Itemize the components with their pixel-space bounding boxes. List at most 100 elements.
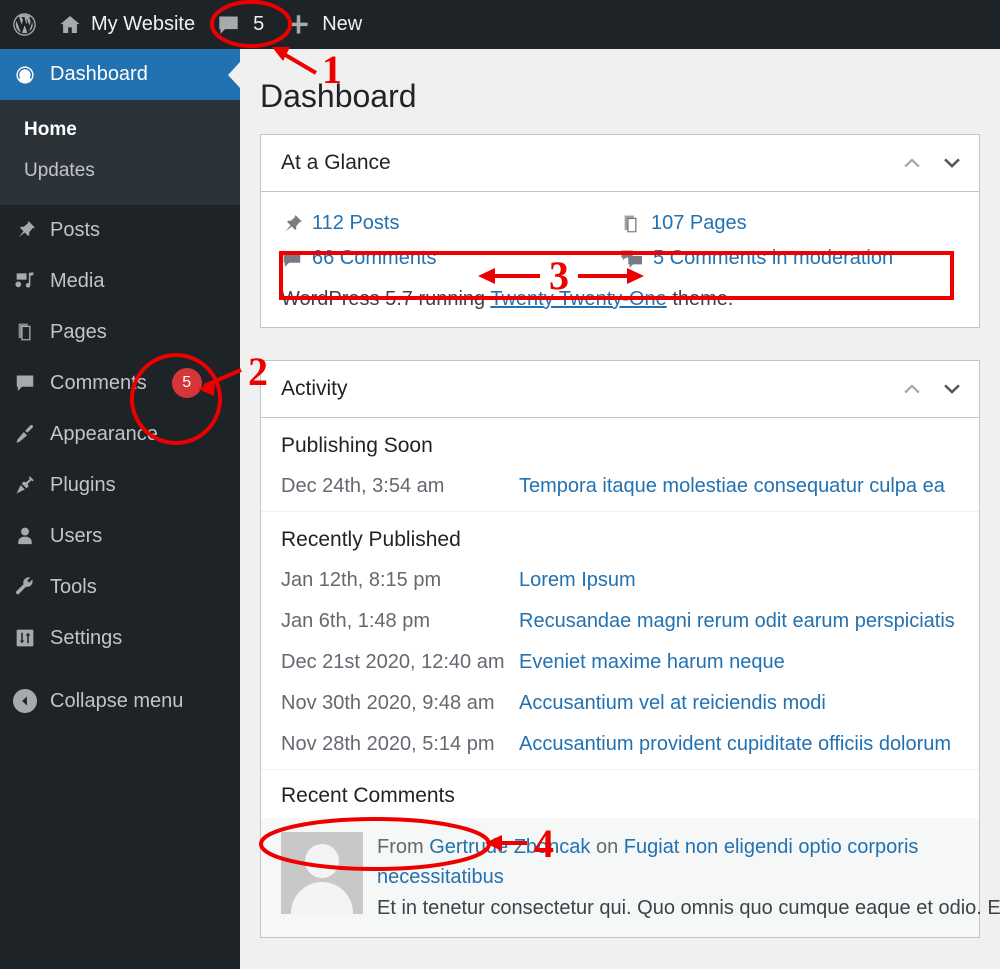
glance-item-label: 112 Posts	[312, 212, 400, 234]
sidebar-item-dashboard[interactable]: Dashboard	[0, 49, 240, 100]
chevron-down-icon[interactable]	[933, 144, 971, 182]
collapse-menu-button[interactable]: Collapse menu	[0, 676, 240, 727]
sidebar-item-label: Comments	[50, 371, 147, 394]
comment-excerpt: Et in tenetur consectetur qui. Quo omnis…	[377, 896, 1000, 919]
activity-title: Activity	[281, 377, 348, 400]
default-user-avatar	[281, 832, 363, 914]
sidebar-item-label: Media	[50, 269, 105, 292]
glance-posts-link[interactable]: 112 Posts	[281, 206, 620, 241]
pages-icon	[12, 321, 38, 343]
theme-link[interactable]: Twenty Twenty-One	[490, 288, 666, 310]
activity-post-link[interactable]: Eveniet maxime harum neque	[519, 651, 785, 674]
page-title: Dashboard	[260, 78, 417, 114]
chevron-up-icon[interactable]	[893, 370, 931, 408]
new-content-button[interactable]: New	[275, 0, 373, 49]
chevron-up-icon[interactable]	[893, 144, 931, 182]
main-content: Dashboard At a Glance 112 Posts 107 Page…	[240, 49, 1000, 969]
version-prefix: WordPress 5.7 running	[281, 288, 491, 310]
sidebar-item-label: Appearance	[50, 422, 158, 445]
activity-date: Jan 6th, 1:48 pm	[281, 610, 430, 632]
sidebar-item-comments[interactable]: Comments 5	[0, 358, 240, 409]
annotation-number-4: 4	[534, 821, 554, 866]
collapse-arrow-icon-wrap	[12, 689, 38, 714]
sidebar-item-label: Tools	[50, 575, 97, 598]
activity-header: Activity	[261, 361, 979, 418]
sidebar-item-tools[interactable]: Tools	[0, 562, 240, 613]
settings-sliders-icon	[12, 627, 38, 649]
publishing-soon-heading: Publishing Soon	[281, 434, 433, 457]
activity-date: Nov 28th 2020, 5:14 pm	[281, 733, 495, 755]
sidebar-item-appearance[interactable]: Appearance	[0, 409, 240, 460]
dashboard-gauge-icon	[12, 64, 38, 86]
wordpress-version-text: WordPress 5.7 running Twenty Twenty-One …	[281, 276, 959, 311]
site-name-label: My Website	[91, 13, 196, 35]
activity-panel: Activity Publishing Soon Dec 24th, 3:54 …	[260, 360, 1000, 939]
recent-comments-heading: Recent Comments	[281, 784, 455, 807]
panel-actions	[893, 370, 971, 408]
plug-icon	[12, 474, 38, 496]
dashboard-submenu: Home Updates	[0, 100, 240, 205]
comment-bubble-icon	[12, 372, 38, 394]
recent-comments-block: Recent Comments From Gertrude Zboncak on…	[261, 770, 1000, 938]
glance-pages-link[interactable]: 107 Pages	[620, 206, 959, 241]
sidebar-item-media[interactable]: Media	[0, 256, 240, 307]
comment-meta: From Gertrude Zboncak on Fugiat non elig…	[377, 832, 1000, 893]
glance-moderation-link[interactable]: 5 Comments in moderation	[620, 241, 959, 276]
activity-row: Dec 24th, 3:54 am Tempora itaque molesti…	[261, 470, 979, 511]
at-a-glance-title: At a Glance	[281, 151, 391, 174]
collapse-menu-label: Collapse menu	[50, 689, 184, 712]
media-icon	[12, 270, 38, 292]
glance-list: 112 Posts 107 Pages 66 Comments 5 Commen…	[281, 206, 959, 276]
activity-row: Dec 21st 2020, 12:40 am Eveniet maxime h…	[261, 646, 979, 687]
sidebar-comments-badge: 5	[171, 368, 202, 399]
double-comment-bubble-icon	[620, 248, 644, 270]
activity-post-link[interactable]: Recusandae magni rerum odit earum perspi…	[519, 610, 955, 633]
glance-item-label: 107 Pages	[651, 212, 747, 234]
wordpress-logo-icon	[11, 11, 38, 38]
activity-row: Nov 30th 2020, 9:48 am Accusantium vel a…	[261, 687, 979, 728]
comment-author-link[interactable]: Gertrude Zboncak	[429, 836, 590, 858]
sidebar-item-label: Settings	[50, 626, 123, 649]
at-a-glance-header: At a Glance	[261, 135, 979, 192]
wordpress-logo-button[interactable]	[0, 0, 47, 49]
glance-comments-link[interactable]: 66 Comments	[281, 241, 620, 276]
recently-published-block: Recently Published Jan 12th, 8:15 pm Lor…	[261, 512, 979, 770]
submenu-item-updates[interactable]: Updates	[0, 150, 240, 191]
sidebar-item-users[interactable]: Users	[0, 511, 240, 562]
annotation-number-2: 2	[248, 349, 268, 394]
admin-sidebar: Dashboard Home Updates Posts Media Pages…	[0, 49, 240, 969]
sidebar-item-label: Posts	[50, 218, 101, 241]
version-suffix: theme.	[666, 288, 734, 310]
activity-post-link[interactable]: Tempora itaque molestiae consequatur cul…	[519, 475, 945, 498]
sidebar-item-settings[interactable]: Settings	[0, 613, 240, 664]
chevron-down-icon[interactable]	[933, 370, 971, 408]
adminbar-comments-button[interactable]: 5	[206, 0, 275, 49]
sidebar-item-posts[interactable]: Posts	[0, 205, 240, 256]
sidebar-item-pages[interactable]: Pages	[0, 307, 240, 358]
activity-post-link[interactable]: Lorem Ipsum	[519, 569, 636, 592]
wrench-icon	[12, 576, 38, 598]
recently-published-heading: Recently Published	[281, 528, 461, 551]
adminbar-comments-count: 5	[253, 13, 265, 35]
sidebar-item-label: Pages	[50, 320, 107, 343]
collapse-arrow-icon	[13, 689, 37, 714]
sidebar-item-label: Users	[50, 524, 103, 547]
sidebar-item-label: Plugins	[50, 473, 116, 496]
site-name-button[interactable]: My Website	[47, 0, 206, 49]
plus-icon	[286, 12, 311, 37]
annotation-number-1: 1	[322, 47, 342, 92]
activity-post-link[interactable]: Accusantium vel at reiciendis modi	[519, 692, 826, 715]
pages-icon	[620, 213, 642, 235]
activity-row: Jan 6th, 1:48 pm Recusandae magni rerum …	[261, 605, 979, 646]
submenu-item-home[interactable]: Home	[0, 109, 240, 150]
pin-icon	[12, 219, 38, 241]
glance-item-label: 5 Comments in moderation	[653, 247, 894, 269]
at-a-glance-body: 112 Posts 107 Pages 66 Comments 5 Commen…	[261, 192, 979, 327]
sidebar-item-plugins[interactable]: Plugins	[0, 460, 240, 511]
activity-date: Jan 12th, 8:15 pm	[281, 569, 442, 591]
comment-bubble-icon	[217, 13, 240, 36]
activity-date: Nov 30th 2020, 9:48 am	[281, 692, 495, 714]
glance-item-label: 66 Comments	[312, 247, 437, 269]
home-icon	[58, 13, 82, 37]
activity-post-link[interactable]: Accusantium provident cupiditate officii…	[519, 733, 951, 756]
